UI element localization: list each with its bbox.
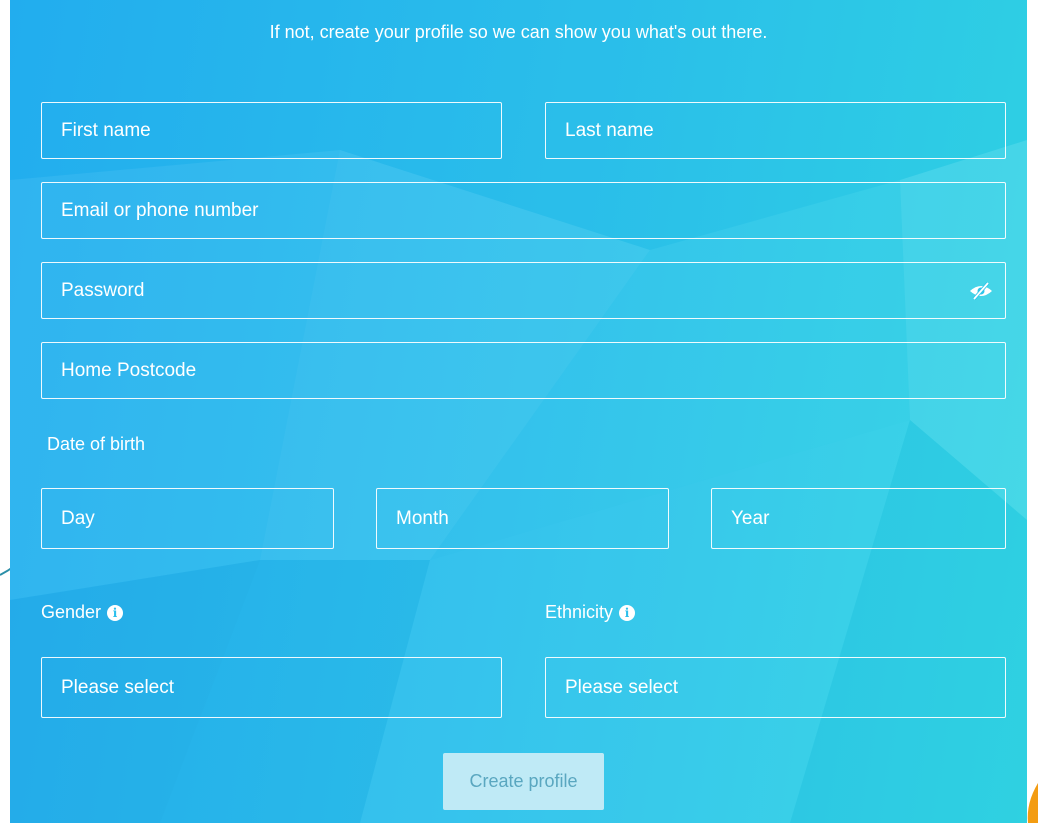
create-profile-button[interactable]: Create profile [443, 753, 604, 810]
gender-label: Gender i [41, 602, 124, 623]
first-name-placeholder: First name [61, 119, 151, 141]
ethnicity-label-text: Ethnicity [545, 602, 614, 622]
first-name-field[interactable]: First name [41, 102, 502, 159]
day-placeholder: Day [61, 507, 95, 529]
ethnicity-info-icon[interactable]: i [619, 604, 636, 621]
ethnicity-select-value: Please select [565, 676, 679, 698]
email-field[interactable]: Email or phone number [41, 182, 1006, 239]
password-field[interactable]: Password [41, 262, 1006, 319]
signup-panel: If not, create your profile so we can sh… [10, 0, 1027, 823]
gender-info-icon[interactable]: i [107, 604, 124, 621]
create-profile-label: Create profile [469, 771, 578, 791]
dob-year-select[interactable]: Year [711, 488, 1006, 549]
dob-day-select[interactable]: Day [41, 488, 334, 549]
year-placeholder: Year [731, 507, 770, 529]
postcode-field[interactable]: Home Postcode [41, 342, 1006, 399]
eye-slash-icon[interactable] [967, 281, 995, 301]
month-placeholder: Month [396, 507, 449, 529]
gender-select-value: Please select [61, 676, 175, 698]
intro-text: If not, create your profile so we can sh… [269, 22, 768, 42]
dob-label: Date of birth [47, 434, 145, 455]
last-name-placeholder: Last name [565, 119, 654, 141]
ethnicity-label: Ethnicity i [545, 602, 636, 623]
dob-label-text: Date of birth [47, 434, 146, 454]
email-placeholder: Email or phone number [61, 199, 259, 221]
dob-month-select[interactable]: Month [376, 488, 669, 549]
ethnicity-select[interactable]: Please select [545, 657, 1006, 718]
password-placeholder: Password [61, 279, 145, 301]
gender-select[interactable]: Please select [41, 657, 502, 718]
postcode-placeholder: Home Postcode [61, 359, 197, 381]
gender-label-text: Gender [41, 602, 102, 622]
last-name-field[interactable]: Last name [545, 102, 1006, 159]
decorative-orange-accent [1027, 783, 1038, 823]
page: If not, create your profile so we can sh… [0, 0, 1038, 823]
